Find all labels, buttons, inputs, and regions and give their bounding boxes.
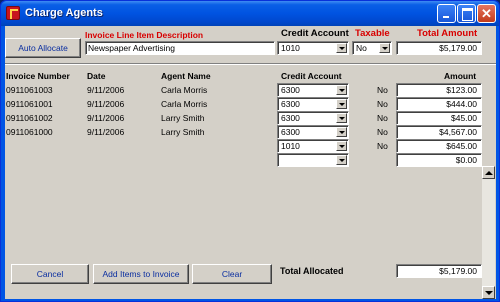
cancel-button[interactable]: Cancel: [11, 264, 89, 284]
agent-name: Carla Morris: [161, 99, 208, 109]
minimize-button[interactable]: [437, 4, 456, 23]
row-account-select[interactable]: 6300: [277, 97, 349, 111]
col-date: Date: [87, 71, 106, 81]
col-invoice-number: Invoice Number: [6, 71, 70, 81]
date: 9/11/2006: [87, 127, 125, 137]
row-taxable: No: [377, 113, 388, 123]
total-amount-label: Total Amount: [417, 28, 478, 39]
row-amount-field[interactable]: $45.00: [396, 111, 482, 125]
row-account-value: 6300: [281, 99, 300, 109]
dropdown-arrow-icon[interactable]: [336, 127, 347, 137]
dropdown-arrow-icon[interactable]: [336, 99, 347, 109]
row-amount-field[interactable]: $4,567.00: [396, 125, 482, 139]
date: 9/11/2006: [87, 99, 125, 109]
agent-name: Larry Smith: [161, 113, 205, 123]
clear-button[interactable]: Clear: [192, 264, 272, 284]
row-amount-field[interactable]: $645.00: [396, 139, 482, 153]
row-account-select[interactable]: 6300: [277, 111, 349, 125]
app-icon: [6, 6, 20, 20]
taxable-value: No: [356, 43, 367, 53]
row-account-value: 1010: [281, 141, 300, 151]
total-amount-field[interactable]: $5,179.00: [396, 41, 482, 55]
title-bar[interactable]: Charge Agents ✕: [1, 1, 499, 26]
agent-name: Larry Smith: [161, 127, 205, 137]
invoice-number: 0911061003: [6, 85, 53, 95]
dropdown-arrow-icon[interactable]: [336, 113, 347, 123]
row-account-value: 6300: [281, 113, 300, 123]
row-amount-field[interactable]: $0.00: [396, 153, 482, 167]
maximize-button[interactable]: [457, 4, 476, 23]
description-input[interactable]: Newspaper Advertising: [85, 41, 275, 55]
row-taxable: No: [377, 141, 388, 151]
window-title: Charge Agents: [25, 7, 103, 19]
dropdown-arrow-icon[interactable]: [336, 141, 347, 151]
row-amount-field[interactable]: $123.00: [396, 83, 482, 97]
scroll-up-icon[interactable]: [482, 166, 495, 179]
total-allocated-field: $5,179.00: [396, 264, 482, 278]
invoice-number: 0911061001: [6, 99, 53, 109]
row-account-value: 6300: [281, 85, 300, 95]
divider: [5, 63, 496, 65]
taxable-select[interactable]: No: [352, 41, 392, 55]
credit-account-value: 1010: [281, 43, 300, 53]
invoice-number: 0911061002: [6, 113, 53, 123]
date: 9/11/2006: [87, 85, 125, 95]
vertical-scrollbar[interactable]: [482, 166, 495, 299]
date: 9/11/2006: [87, 113, 125, 123]
taxable-label: Taxable: [355, 28, 390, 39]
row-account-select[interactable]: [277, 153, 349, 167]
add-items-to-invoice-button[interactable]: Add Items to Invoice: [93, 264, 189, 284]
col-amount: Amount: [444, 71, 477, 81]
window: Charge Agents ✕ Auto Allocate Invoice Li…: [0, 0, 500, 302]
col-agent-name: Agent Name: [161, 71, 211, 81]
close-button[interactable]: ✕: [477, 4, 496, 23]
scroll-down-icon[interactable]: [482, 286, 495, 299]
row-taxable: No: [377, 85, 388, 95]
credit-account-select[interactable]: 1010: [277, 41, 349, 55]
col-credit-account: Credit Account: [281, 71, 342, 81]
dropdown-arrow-icon[interactable]: [336, 85, 347, 95]
credit-account-label: Credit Account: [281, 28, 349, 39]
row-account-select[interactable]: 6300: [277, 83, 349, 97]
close-icon: ✕: [481, 6, 492, 21]
dropdown-arrow-icon[interactable]: [336, 43, 347, 53]
dropdown-arrow-icon[interactable]: [379, 43, 390, 53]
row-taxable: No: [377, 127, 388, 137]
description-label: Invoice Line Item Description: [85, 30, 204, 40]
row-account-select[interactable]: 6300: [277, 125, 349, 139]
invoice-number: 0911061000: [6, 127, 53, 137]
row-amount-field[interactable]: $444.00: [396, 97, 482, 111]
agent-name: Carla Morris: [161, 85, 208, 95]
row-account-select[interactable]: 1010: [277, 139, 349, 153]
row-account-value: 6300: [281, 127, 300, 137]
dropdown-arrow-icon[interactable]: [336, 155, 347, 165]
client-area: Auto Allocate Invoice Line Item Descript…: [5, 26, 496, 299]
total-allocated-label: Total Allocated: [280, 266, 344, 276]
auto-allocate-button[interactable]: Auto Allocate: [5, 38, 81, 58]
row-taxable: No: [377, 99, 388, 109]
